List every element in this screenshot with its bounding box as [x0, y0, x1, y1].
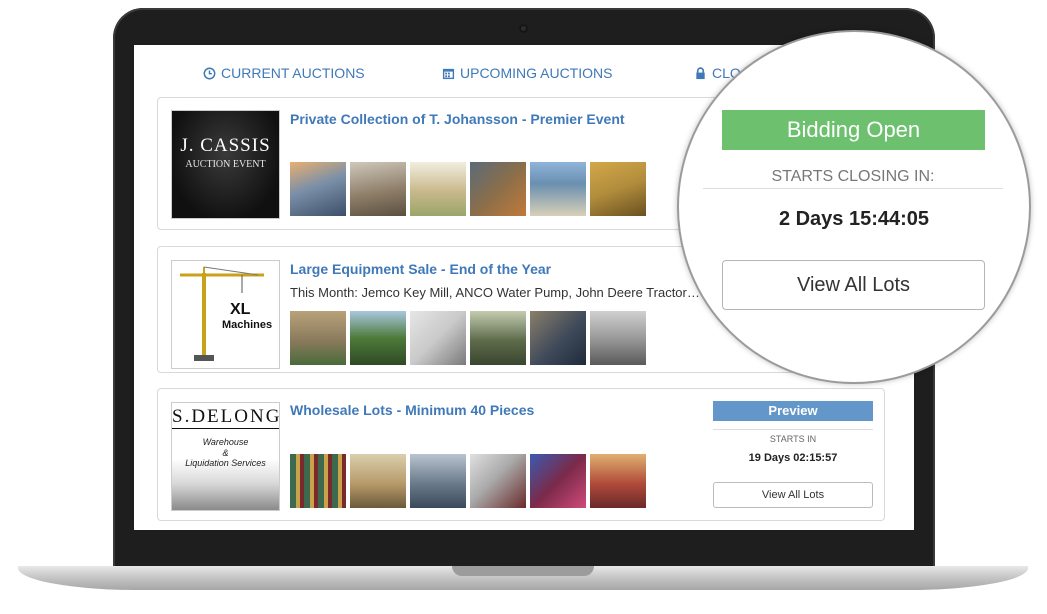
logo-text: S.DELONG: [172, 406, 280, 429]
lot-thumbnail[interactable]: [410, 162, 466, 216]
logo-subtext: Liquidation Services: [185, 458, 266, 468]
status-badge: Preview: [713, 401, 873, 421]
logo-subtext: Warehouse: [202, 437, 249, 447]
magnifier-zoom: Bidding Open STARTS CLOSING IN: 2 Days 1…: [677, 30, 1031, 384]
auction-title[interactable]: Private Collection of T. Johansson - Pre…: [290, 111, 625, 127]
countdown-timer: 19 Days 02:15:57: [748, 452, 838, 464]
lock-icon: [696, 66, 705, 79]
logo-text: XL: [230, 301, 251, 318]
lot-thumbnail[interactable]: [470, 162, 526, 216]
lot-thumbnail[interactable]: [410, 311, 466, 365]
auction-title[interactable]: Large Equipment Sale - End of the Year: [290, 261, 551, 277]
lot-thumbnail[interactable]: [410, 454, 466, 508]
auction-title[interactable]: Wholesale Lots - Minimum 40 Pieces: [290, 402, 534, 418]
thumbnail-strip: [290, 454, 646, 508]
auction-card: S.DELONG Warehouse & Liquidation Service…: [157, 388, 885, 521]
lot-thumbnail[interactable]: [470, 454, 526, 508]
auction-description: This Month: Jemco Key Mill, ANCO Water P…: [290, 285, 700, 300]
auction-logo: J. CASSIS AUCTION EVENT: [171, 110, 280, 219]
crane-icon: [180, 266, 264, 361]
nav-upcoming-label: UPCOMING AUCTIONS: [460, 65, 613, 81]
lot-thumbnail[interactable]: [290, 311, 346, 365]
auction-logo: S.DELONG Warehouse & Liquidation Service…: [171, 402, 280, 511]
logo-text: J. CASSIS: [180, 135, 271, 156]
nav-current-auctions[interactable]: CURRENT AUCTIONS: [203, 63, 365, 83]
lot-thumbnail[interactable]: [350, 454, 406, 508]
lot-thumbnail[interactable]: [530, 311, 586, 365]
lot-thumbnail[interactable]: [470, 311, 526, 365]
lot-thumbnail[interactable]: [590, 454, 646, 508]
logo-subtext: Machines: [222, 319, 273, 331]
clock-icon: [203, 67, 216, 79]
starts-label: STARTS IN: [713, 429, 873, 444]
logo-subtext: AUCTION EVENT: [185, 159, 266, 170]
lot-thumbnail[interactable]: [290, 162, 346, 216]
logo-subtext: &: [222, 448, 229, 458]
lot-thumbnail[interactable]: [530, 454, 586, 508]
nav-current-label: CURRENT AUCTIONS: [221, 65, 365, 81]
lot-thumbnail[interactable]: [350, 162, 406, 216]
bidding-open-badge: Bidding Open: [722, 110, 985, 150]
lot-thumbnail[interactable]: [290, 454, 346, 508]
lot-thumbnail[interactable]: [350, 311, 406, 365]
auction-logo: XL Machines: [171, 260, 280, 369]
view-all-lots-button[interactable]: View All Lots: [722, 260, 985, 310]
lot-thumbnail[interactable]: [590, 311, 646, 365]
countdown-timer: 2 Days 15:44:05: [778, 208, 930, 230]
thumbnail-strip: [290, 162, 646, 216]
calendar-icon: [442, 68, 455, 79]
camera-icon: [519, 24, 528, 33]
thumbnail-strip: [290, 311, 646, 365]
view-all-lots-button[interactable]: View All Lots: [713, 482, 873, 508]
closing-label: STARTS CLOSING IN:: [703, 168, 1003, 189]
nav-upcoming-auctions[interactable]: UPCOMING AUCTIONS: [442, 63, 612, 83]
lot-thumbnail[interactable]: [590, 162, 646, 216]
lot-thumbnail[interactable]: [530, 162, 586, 216]
laptop-notch: [452, 566, 594, 576]
